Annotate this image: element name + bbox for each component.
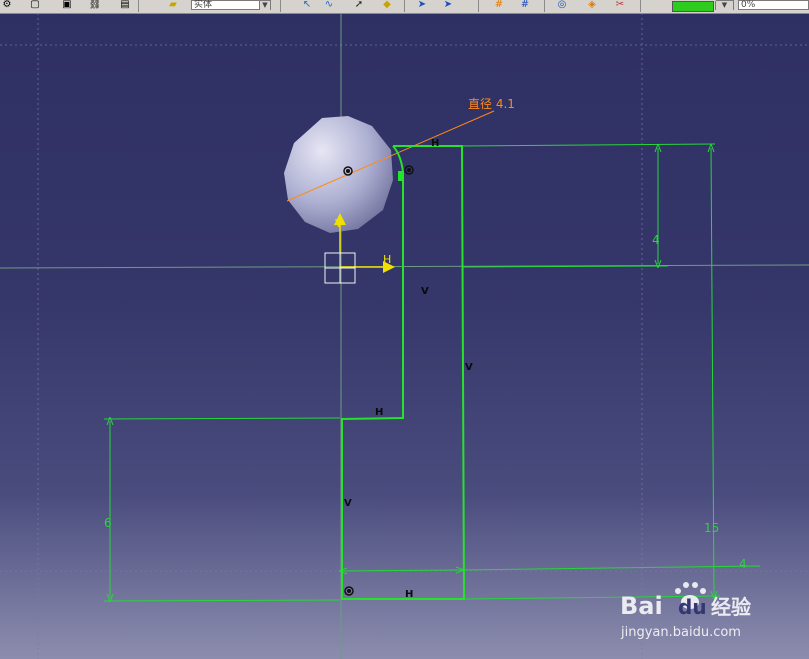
color-dropdown[interactable]: ▼ (715, 0, 734, 10)
paw-toe (683, 582, 689, 588)
watermark-url: jingyan.baidu.com (620, 625, 741, 640)
toolbar-separator (478, 0, 479, 12)
origin-coincidence-dot (346, 588, 352, 594)
constraint-icon[interactable]: ◈ (585, 0, 599, 11)
horizontal-constraint-label[interactable]: H (431, 138, 439, 149)
link-icon[interactable]: ⛓ (88, 0, 102, 11)
toolbar-separator (138, 0, 139, 12)
select-icon[interactable]: ➤ (415, 0, 429, 11)
print-preview-icon[interactable]: ▣ (60, 0, 74, 11)
dimension-lines (103, 143, 761, 602)
document-icon[interactable]: ▢ (28, 0, 42, 11)
toolbar-separator (640, 0, 641, 12)
watermark-brand-a: Bai (620, 592, 663, 620)
horizontal-constraint-label[interactable]: H (405, 589, 413, 600)
extension-line (103, 417, 341, 420)
dimension-bottom-width[interactable]: 4 (739, 557, 747, 571)
extension-line (461, 143, 716, 147)
transparency-value: 0% (741, 0, 756, 10)
paw-toe (675, 588, 681, 594)
dimension-top-height[interactable]: 4 (652, 233, 660, 247)
dimension-line-bottom-width (343, 570, 460, 571)
extension-line (459, 565, 761, 571)
toolbar-separator (544, 0, 545, 12)
line-style-value: 实体 (194, 0, 213, 10)
chevron-down-icon[interactable]: ▼ (259, 1, 270, 10)
dimension-values: 4 6 15 4 (104, 233, 747, 571)
cursor-icon[interactable]: ↖ (300, 0, 314, 11)
sphere-center-dot (345, 168, 351, 174)
catia-sketcher-window: ⚙ ▢ ▣ ⛓ ▤ ▰ 实体 ▼ ↖ ∿ ➚ ◆ ➤ ➤ # # ◎ ◈ ✂ ▼ (0, 0, 809, 659)
snap-grid-icon[interactable]: # (518, 0, 532, 11)
toolbar: ⚙ ▢ ▣ ⛓ ▤ ▰ 实体 ▼ ↖ ∿ ➚ ◆ ➤ ➤ # # ◎ ◈ ✂ ▼ (0, 0, 809, 14)
save-icon[interactable]: ▤ (118, 0, 132, 11)
color-swatch-fill (673, 2, 713, 11)
color-swatch[interactable] (672, 1, 714, 12)
toolbar-separator (280, 0, 281, 12)
tangency-marker (398, 171, 404, 181)
cut-icon[interactable]: ✂ (613, 0, 627, 11)
dimension-left-height[interactable]: 6 (104, 516, 112, 530)
vertical-constraint-label[interactable]: V (344, 498, 352, 509)
watermark-brand-b: du (678, 595, 707, 619)
paw-toe (692, 582, 698, 588)
chevron-down-icon: ▼ (715, 1, 733, 10)
pointer-icon[interactable]: ➚ (352, 0, 366, 11)
transparency-combo[interactable]: 0% (738, 0, 809, 10)
sphere-solid[interactable] (284, 116, 393, 233)
settings-icon[interactable]: ⚙ (0, 0, 14, 11)
paw-toe (700, 588, 706, 594)
horizontal-constraint-label[interactable]: H (375, 407, 383, 418)
fill-icon[interactable]: ◆ (380, 0, 394, 11)
axis-h-label: H (383, 253, 391, 266)
extension-line (103, 599, 341, 602)
dimension-total-height[interactable]: 15 (704, 521, 719, 535)
line-style-combo[interactable]: 实体 ▼ (191, 0, 271, 10)
axis-v-label: V (335, 217, 343, 230)
arc-center-dot (406, 167, 412, 173)
vertical-constraint-label[interactable]: V (421, 286, 429, 297)
vertical-constraint-label[interactable]: V (465, 362, 473, 373)
diameter-dimension-text[interactable]: 直径 4.1 (468, 97, 515, 111)
origin-axes (0, 13, 809, 659)
folder-icon[interactable]: ▰ (166, 0, 180, 11)
baidu-watermark: Bai du 经验 jingyan.baidu.com (620, 582, 751, 640)
select-all-icon[interactable]: ➤ (441, 0, 455, 11)
sketch-analysis-icon[interactable]: ◎ (555, 0, 569, 11)
grid-lines (0, 13, 809, 659)
horizontal-axis (0, 264, 809, 269)
sketch-canvas[interactable]: 直径 4.1 H V H V V H V H 4 6 15 4 Bai du 经… (0, 13, 809, 659)
grid-icon[interactable]: # (492, 0, 506, 11)
spline-icon[interactable]: ∿ (322, 0, 336, 11)
watermark-jingyan: 经验 (711, 595, 751, 619)
toolbar-separator (404, 0, 405, 12)
